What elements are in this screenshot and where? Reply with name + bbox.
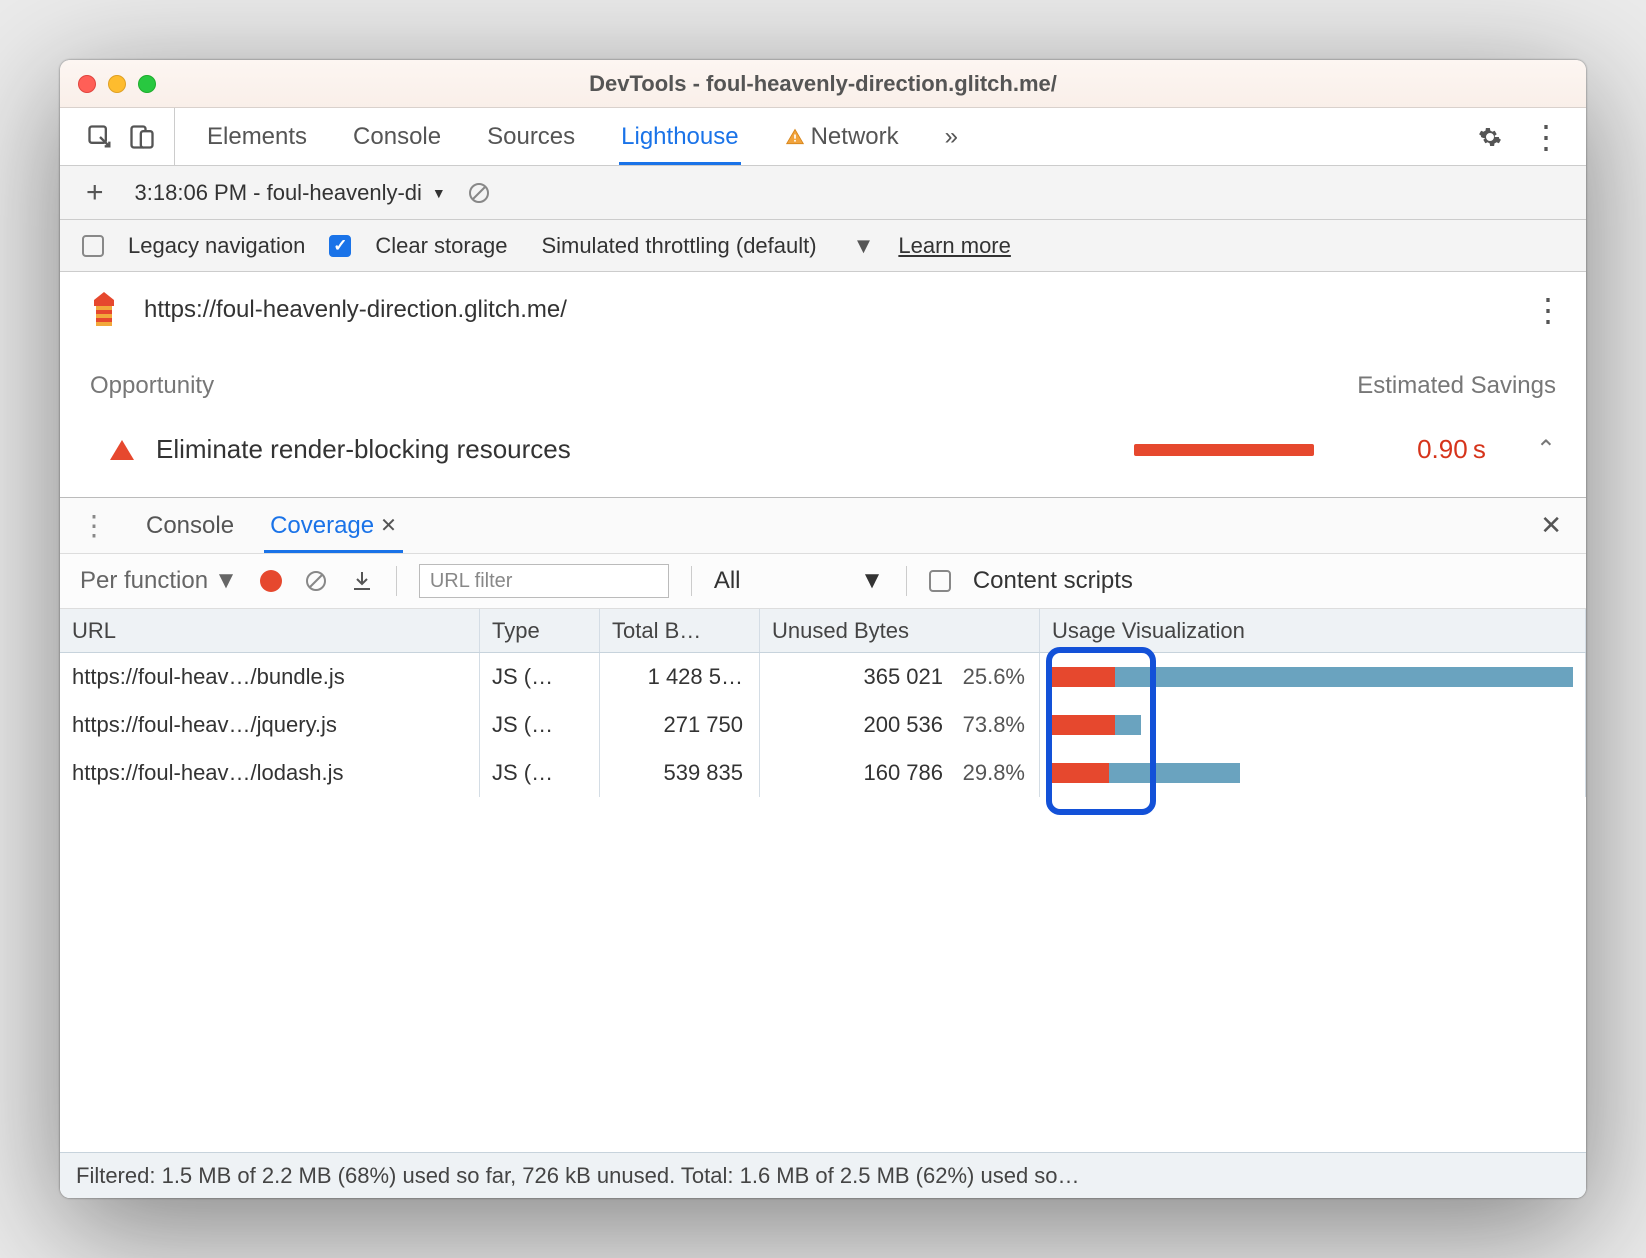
type-filter-select[interactable]: All ▼ xyxy=(714,567,884,595)
col-vis[interactable]: Usage Visualization xyxy=(1040,609,1586,652)
url-filter-placeholder: URL filter xyxy=(430,570,513,593)
cell-type: JS (… xyxy=(480,701,600,749)
tab-network-label: Network xyxy=(811,123,899,151)
coverage-status: Filtered: 1.5 MB of 2.2 MB (68%) used so… xyxy=(60,1152,1586,1198)
content-scripts-checkbox[interactable] xyxy=(929,570,951,592)
opportunity-bar xyxy=(1134,444,1314,456)
cell-type: JS (… xyxy=(480,653,600,701)
device-toggle-icon[interactable] xyxy=(128,123,156,151)
cell-unused: 365 02125.6% xyxy=(760,653,1040,701)
opportunities-section: Opportunity Estimated Savings Eliminate … xyxy=(60,348,1586,497)
url-filter-input[interactable]: URL filter xyxy=(419,564,669,598)
coverage-table-body: https://foul-heav…/bundle.jsJS (…1 428 5… xyxy=(60,653,1586,1152)
warning-icon xyxy=(785,127,805,147)
cell-vis xyxy=(1040,749,1586,797)
cell-total: 271 750 xyxy=(600,701,760,749)
col-unused[interactable]: Unused Bytes xyxy=(760,609,1040,652)
drawer-tab-console[interactable]: Console xyxy=(140,498,240,553)
cell-url: https://foul-heav…/lodash.js xyxy=(60,749,480,797)
report-menu-icon[interactable]: ⋮ xyxy=(1532,291,1562,329)
drawer-more-icon[interactable]: ⋮ xyxy=(72,509,116,542)
tab-network[interactable]: Network xyxy=(783,108,901,165)
more-options-icon[interactable]: ⋮ xyxy=(1530,118,1560,156)
tab-sources[interactable]: Sources xyxy=(485,108,577,165)
tabs-overflow[interactable]: » xyxy=(943,108,960,165)
coverage-table-header: URL Type Total B… Unused Bytes Usage Vis… xyxy=(60,609,1586,653)
coverage-table: URL Type Total B… Unused Bytes Usage Vis… xyxy=(60,609,1586,1198)
tab-elements[interactable]: Elements xyxy=(205,108,309,165)
report-url: https://foul-heavenly-direction.glitch.m… xyxy=(144,296,1512,324)
close-icon[interactable]: ✕ xyxy=(380,513,397,538)
clear-icon[interactable] xyxy=(467,181,491,205)
col-total[interactable]: Total B… xyxy=(600,609,760,652)
report-selector[interactable]: 3:18:06 PM - foul-heavenly-di ▼ xyxy=(134,179,447,207)
report-url-bar: https://foul-heavenly-direction.glitch.m… xyxy=(60,272,1586,348)
record-button[interactable] xyxy=(260,570,282,592)
lighthouse-icon xyxy=(84,290,124,330)
cell-vis xyxy=(1040,701,1586,749)
coverage-toolbar: Per function ▼ URL filter All ▼ Content … xyxy=(60,553,1586,609)
chevron-up-icon[interactable]: ⌃ xyxy=(1536,435,1556,464)
content-scripts-label: Content scripts xyxy=(973,567,1133,595)
lighthouse-options: Legacy navigation Clear storage Simulate… xyxy=(60,220,1586,272)
col-url[interactable]: URL xyxy=(60,609,480,652)
drawer-close-icon[interactable]: ✕ xyxy=(1528,510,1574,541)
cell-unused: 200 53673.8% xyxy=(760,701,1040,749)
cell-total: 1 428 5… xyxy=(600,653,760,701)
cell-unused: 160 78629.8% xyxy=(760,749,1040,797)
cell-vis xyxy=(1040,653,1586,701)
col-type[interactable]: Type xyxy=(480,609,600,652)
cell-url: https://foul-heav…/jquery.js xyxy=(60,701,480,749)
clear-storage-label: Clear storage xyxy=(375,233,507,259)
inspect-icon[interactable] xyxy=(86,123,114,151)
export-icon[interactable] xyxy=(350,569,374,593)
legacy-navigation-checkbox[interactable] xyxy=(82,235,104,257)
main-tabs: Elements Console Sources Lighthouse Netw… xyxy=(60,108,1586,166)
lighthouse-toolbar: + 3:18:06 PM - foul-heavenly-di ▼ xyxy=(60,166,1586,220)
clear-storage-checkbox[interactable] xyxy=(329,235,351,257)
cell-type: JS (… xyxy=(480,749,600,797)
opportunity-header: Opportunity xyxy=(90,372,214,400)
opportunity-title: Eliminate render-blocking resources xyxy=(156,434,1112,465)
opportunity-time: 0.90 s xyxy=(1386,434,1486,465)
titlebar: DevTools - foul-heavenly-direction.glitc… xyxy=(60,60,1586,108)
type-filter-label: All xyxy=(714,567,741,595)
tab-lighthouse[interactable]: Lighthouse xyxy=(619,108,740,165)
opportunity-row[interactable]: Eliminate render-blocking resources 0.90… xyxy=(90,434,1556,465)
new-report-button[interactable]: + xyxy=(76,176,114,210)
devtools-window: DevTools - foul-heavenly-direction.glitc… xyxy=(60,60,1586,1198)
drawer-tabs: ⋮ Console Coverage ✕ ✕ xyxy=(60,497,1586,553)
clear-coverage-icon[interactable] xyxy=(304,569,328,593)
cell-total: 539 835 xyxy=(600,749,760,797)
learn-more-link[interactable]: Learn more xyxy=(898,233,1011,259)
report-selector-label: 3:18:06 PM - foul-heavenly-di xyxy=(135,180,422,206)
table-row[interactable]: https://foul-heav…/lodash.jsJS (…539 835… xyxy=(60,749,1586,797)
drawer-tab-coverage-label: Coverage xyxy=(270,512,374,540)
drawer-tab-coverage[interactable]: Coverage ✕ xyxy=(264,498,403,553)
savings-header: Estimated Savings xyxy=(1357,372,1556,400)
settings-icon[interactable] xyxy=(1478,125,1502,149)
throttling-label: Simulated throttling (default) xyxy=(541,233,816,259)
throttling-caret[interactable]: ▼ xyxy=(853,233,875,259)
tab-console[interactable]: Console xyxy=(351,108,443,165)
window-title: DevTools - foul-heavenly-direction.glitc… xyxy=(60,71,1586,97)
legacy-navigation-label: Legacy navigation xyxy=(128,233,305,259)
cell-url: https://foul-heav…/bundle.js xyxy=(60,653,480,701)
coverage-mode-label: Per function xyxy=(80,567,208,595)
table-row[interactable]: https://foul-heav…/bundle.jsJS (…1 428 5… xyxy=(60,653,1586,701)
coverage-mode-select[interactable]: Per function ▼ xyxy=(80,567,238,595)
triangle-icon xyxy=(110,440,134,460)
table-row[interactable]: https://foul-heav…/jquery.jsJS (…271 750… xyxy=(60,701,1586,749)
